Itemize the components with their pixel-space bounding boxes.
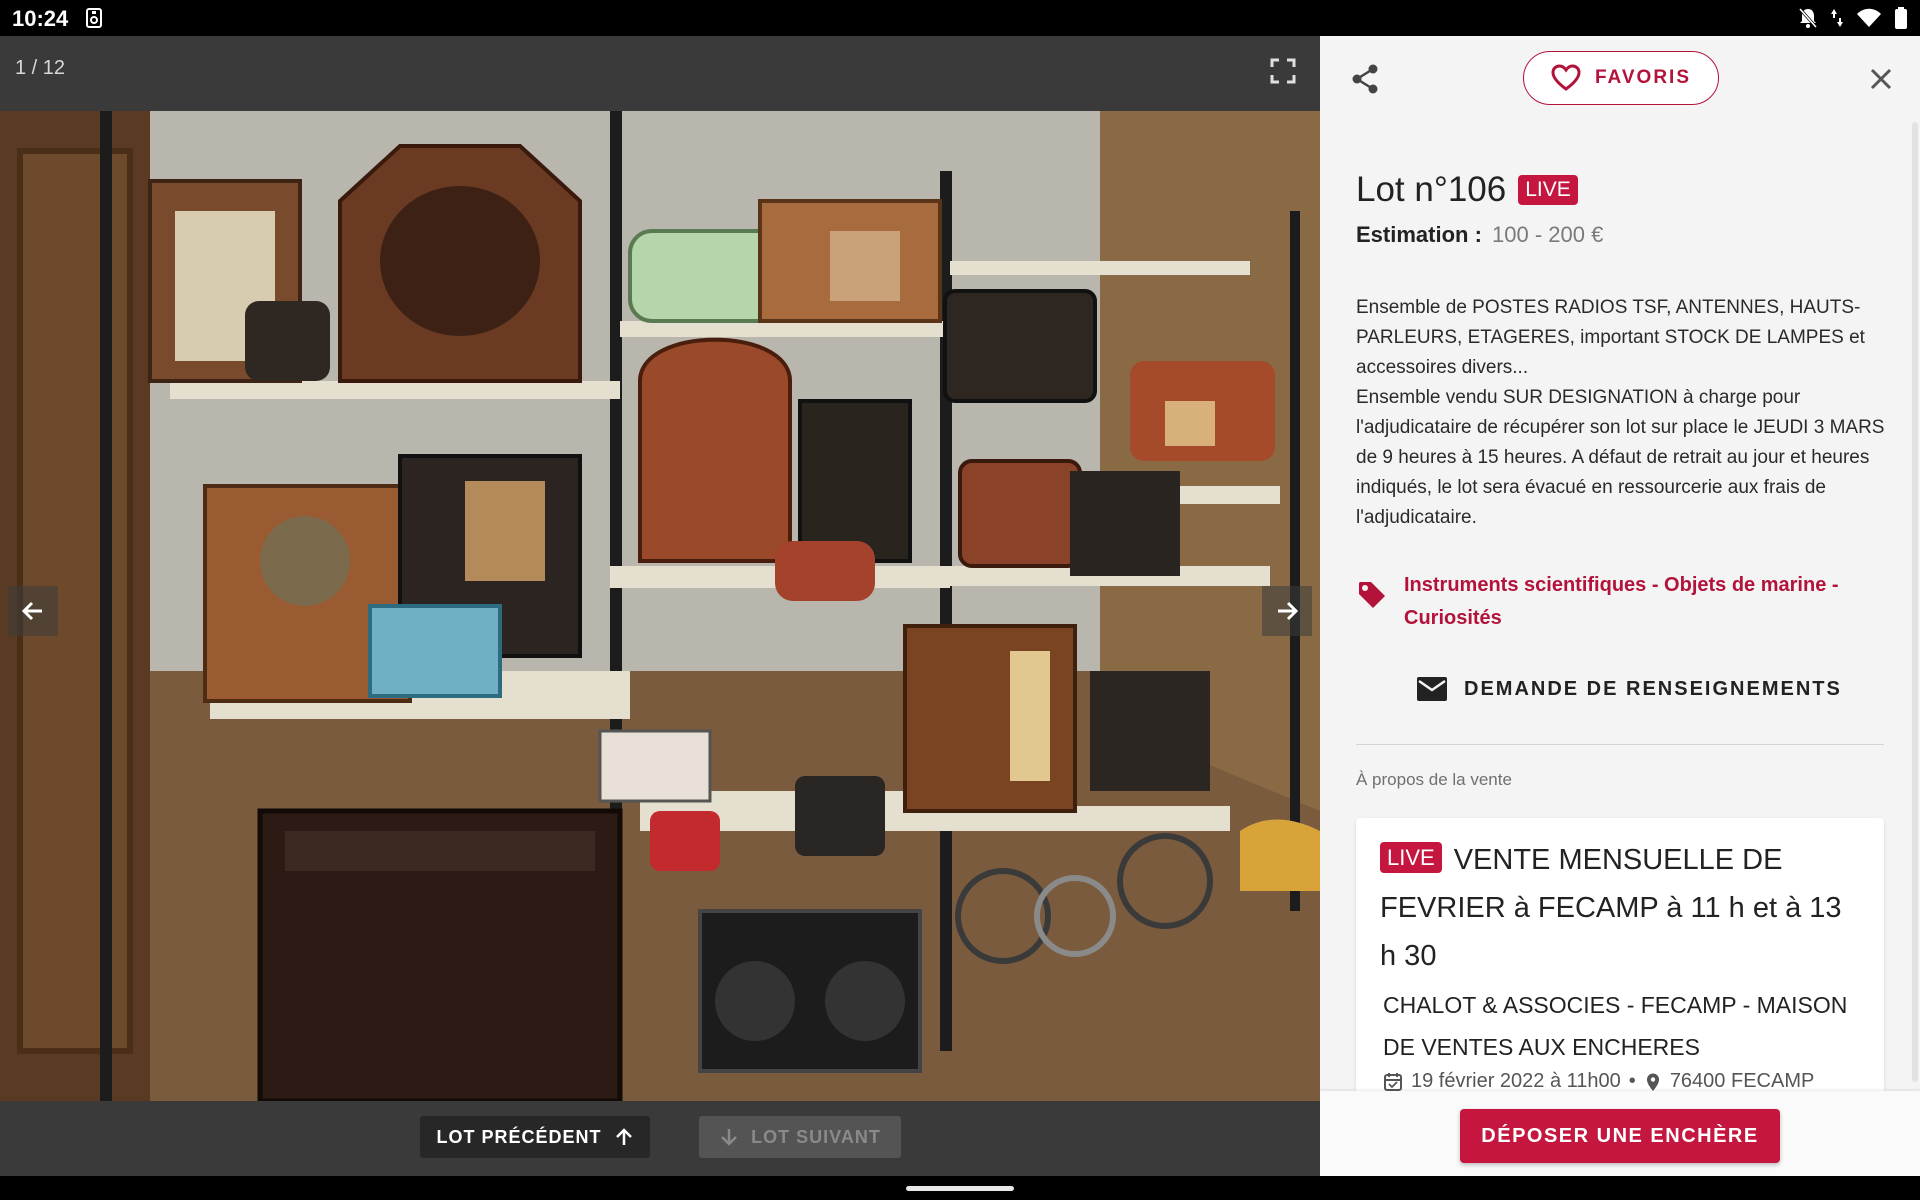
previous-lot-button[interactable]: LOT PRÉCÉDENT bbox=[420, 1116, 650, 1158]
fullscreen-icon[interactable] bbox=[1266, 54, 1300, 88]
auction-house-name: CHALOT & ASSOCIES - FECAMP - MAISON DE V… bbox=[1383, 992, 1848, 1060]
place-bid-button[interactable]: DÉPOSER UNE ENCHÈRE bbox=[1460, 1109, 1780, 1163]
next-lot-button[interactable]: LOT SUIVANT bbox=[699, 1116, 901, 1158]
image-gallery: 1 / 12 LOT PRÉCÉDENT LOT SUIVANT bbox=[0, 36, 1320, 1176]
sale-title: LIVE VENTE MENSUELLE DE FEVRIER à FECAMP … bbox=[1380, 834, 1860, 980]
estimation-value: 100 - 200 € bbox=[1492, 222, 1604, 247]
gallery-header: 1 / 12 bbox=[0, 36, 1320, 111]
battery-icon bbox=[1895, 7, 1907, 29]
lot-detail-panel: FAVORIS Lot n°106 LIVE Estimation : 100 … bbox=[1320, 36, 1920, 1176]
previous-lot-label: LOT PRÉCÉDENT bbox=[436, 1126, 602, 1147]
sim-icon bbox=[86, 8, 102, 28]
sale-location: 76400 FECAMP bbox=[1669, 1070, 1815, 1092]
lot-description: Ensemble de POSTES RADIOS TSF, ANTENNES,… bbox=[1356, 297, 1885, 528]
lot-photo[interactable] bbox=[0, 111, 1320, 1101]
sale-meta: 19 février 2022 à 11h00 • 76400 FECAMP bbox=[1380, 1070, 1860, 1093]
about-sale-label: À propos de la vente bbox=[1356, 770, 1512, 789]
scrollbar[interactable] bbox=[1912, 122, 1918, 1082]
info-request-label: DEMANDE DE RENSEIGNEMENTS bbox=[1464, 677, 1842, 700]
wifi-icon bbox=[1857, 8, 1881, 27]
next-image-button[interactable] bbox=[1262, 586, 1312, 636]
heart-icon bbox=[1551, 64, 1581, 91]
next-lot-label: LOT SUIVANT bbox=[751, 1126, 881, 1147]
calendar-icon bbox=[1384, 1072, 1402, 1091]
tag-icon bbox=[1359, 582, 1385, 608]
sale-card[interactable]: LIVE VENTE MENSUELLE DE FEVRIER à FECAMP … bbox=[1356, 818, 1884, 1118]
estimation: Estimation : 100 - 200 € bbox=[1356, 222, 1603, 248]
meta-separator: • bbox=[1628, 1070, 1636, 1092]
category-link[interactable]: Instruments scientifiques - Objets de ma… bbox=[1356, 569, 1886, 635]
category-label[interactable]: Instruments scientifiques - Objets de ma… bbox=[1404, 569, 1886, 635]
page-counter: 1 / 12 bbox=[15, 57, 66, 79]
status-bar: 10:24 bbox=[0, 0, 1920, 36]
favorite-label: FAVORIS bbox=[1595, 67, 1691, 88]
notifications-off-icon bbox=[1798, 8, 1818, 28]
gallery-footer: LOT PRÉCÉDENT LOT SUIVANT bbox=[0, 1101, 1320, 1176]
arrow-up-icon bbox=[615, 1128, 632, 1145]
sale-title-text: VENTE MENSUELLE DE FEVRIER à FECAMP à 11… bbox=[1380, 844, 1842, 972]
sale-live-badge: LIVE bbox=[1380, 842, 1442, 873]
favorite-button[interactable]: FAVORIS bbox=[1523, 51, 1719, 105]
divider bbox=[1356, 744, 1884, 745]
close-icon[interactable] bbox=[1866, 64, 1896, 94]
lot-photo-illustration bbox=[0, 111, 1320, 1101]
bid-bar: DÉPOSER UNE ENCHÈRE bbox=[1320, 1091, 1920, 1176]
info-request-button[interactable]: DEMANDE DE RENSEIGNEMENTS bbox=[1416, 676, 1842, 702]
status-icons bbox=[1798, 6, 1908, 30]
mail-icon bbox=[1417, 677, 1447, 701]
live-badge: LIVE bbox=[1518, 175, 1578, 205]
gesture-nav-handle[interactable] bbox=[906, 1186, 1014, 1191]
arrow-down-icon bbox=[721, 1129, 738, 1146]
sale-date: 19 février 2022 à 11h00 bbox=[1411, 1070, 1621, 1092]
estimation-label: Estimation : bbox=[1356, 222, 1482, 247]
arrow-right-icon bbox=[1278, 601, 1299, 621]
previous-image-button[interactable] bbox=[8, 586, 58, 636]
share-icon[interactable] bbox=[1348, 62, 1382, 96]
lot-title: Lot n°106 bbox=[1356, 170, 1507, 209]
arrow-left-icon bbox=[21, 601, 42, 621]
status-time: 10:24 bbox=[12, 6, 69, 31]
data-arrows-icon bbox=[1831, 9, 1843, 27]
lot-title-row: Lot n°106 LIVE bbox=[1356, 170, 1578, 210]
location-pin-icon bbox=[1646, 1073, 1659, 1091]
